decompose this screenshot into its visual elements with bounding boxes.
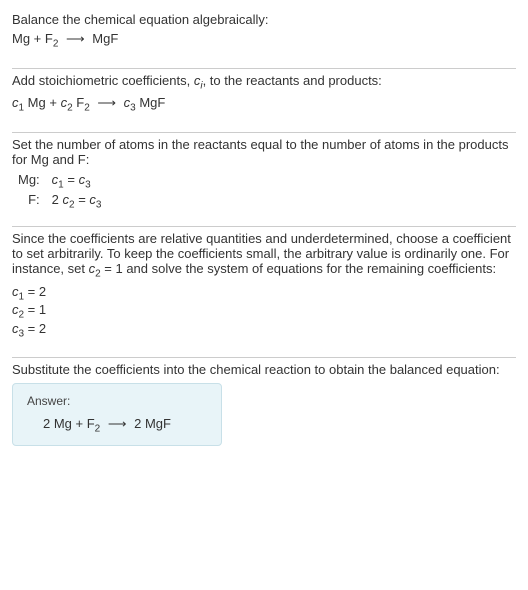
instruction-text: Set the number of atoms in the reactants… [12,137,516,167]
coef-value: c1 = 2 [12,284,516,303]
subscript: 2 [53,39,59,50]
text: = 1 [24,302,46,317]
eq-rhs: MgF [92,31,118,46]
table-row: F: 2 c2 = c3 [12,191,107,212]
instruction-text: Balance the chemical equation algebraica… [12,12,516,27]
text: F [73,95,85,110]
text: and solve the system of equations for th… [123,261,496,276]
subscript: 2 [95,424,101,435]
coefficient-equation: c1 Mg + c2 F2 ⟶ c3 MgF [12,95,516,114]
element-label: F: [12,191,46,212]
section-result: Substitute the coefficients into the che… [12,358,516,460]
text: = 2 [24,284,46,299]
coef-value: c3 = 2 [12,321,516,340]
reaction-arrow: ⟶ [97,95,116,111]
eq-rhs: 2 MgF [134,416,171,431]
text: Add stoichiometric coefficients, [12,73,194,88]
coefficient-values: c1 = 2 c2 = 1 c3 = 2 [12,284,516,340]
section-balance-intro: Balance the chemical equation algebraica… [12,8,516,68]
text: = [75,192,90,207]
subscript: 2 [84,103,90,114]
section-add-coefficients: Add stoichiometric coefficients, ci, to … [12,69,516,132]
reaction-arrow: ⟶ [66,31,85,47]
text: Mg + [24,95,61,110]
text: 2 [52,192,63,207]
instruction-text: Substitute the coefficients into the che… [12,362,516,377]
text: = 1 [101,261,123,276]
instruction-text: Add stoichiometric coefficients, ci, to … [12,73,516,92]
subscript: 3 [85,179,91,190]
reaction-arrow: ⟶ [108,416,127,432]
balanced-equation: 2 Mg + F2 ⟶ 2 MgF [27,416,207,435]
unbalanced-equation: Mg + F2 ⟶ MgF [12,31,516,50]
instruction-text: Since the coefficients are relative quan… [12,231,516,280]
section-atom-balance: Set the number of atoms in the reactants… [12,133,516,226]
text: MgF [136,95,166,110]
answer-label: Answer: [27,394,207,408]
text: = [64,172,79,187]
eq-lhs: 2 Mg + F [43,416,95,431]
answer-box: Answer: 2 Mg + F2 ⟶ 2 MgF [12,383,222,446]
eq-lhs: Mg + F [12,31,53,46]
subscript: 3 [96,200,102,211]
atom-equations: Mg: c1 = c3 F: 2 c2 = c3 [12,171,107,212]
coef-value: c2 = 1 [12,302,516,321]
text: = 2 [24,321,46,336]
equation-cell: 2 c2 = c3 [46,191,108,212]
equation-cell: c1 = c3 [46,171,108,192]
table-row: Mg: c1 = c3 [12,171,107,192]
element-label: Mg: [12,171,46,192]
text: , to the reactants and products: [203,73,382,88]
section-solve: Since the coefficients are relative quan… [12,227,516,357]
